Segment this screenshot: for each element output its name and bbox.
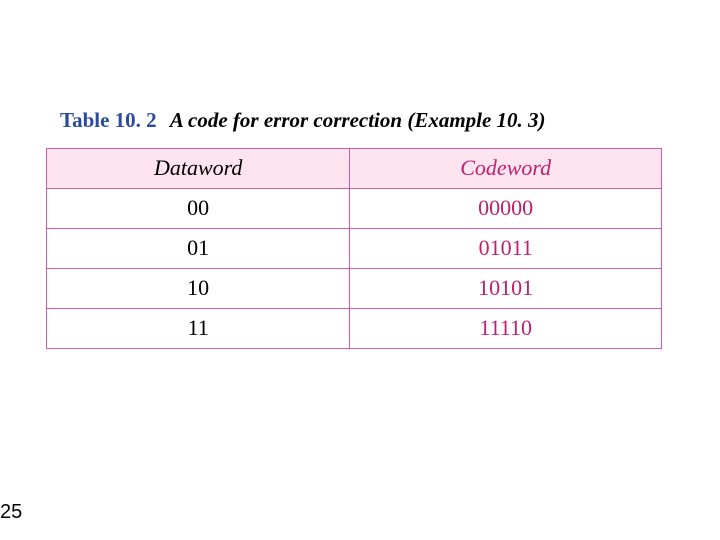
table-title: A code for error correction (Example 10.… — [170, 108, 546, 132]
cell-codeword: 11110 — [350, 309, 662, 349]
table-caption: Table 10. 2 A code for error correction … — [60, 108, 546, 133]
cell-dataword: 00 — [47, 189, 350, 229]
header-codeword: Codeword — [350, 149, 662, 189]
cell-codeword: 10101 — [350, 269, 662, 309]
table-row: 00 00000 — [47, 189, 662, 229]
cell-dataword: 01 — [47, 229, 350, 269]
cell-dataword: 11 — [47, 309, 350, 349]
page-number: 25 — [0, 501, 22, 524]
table-row: 01 01011 — [47, 229, 662, 269]
cell-codeword: 00000 — [350, 189, 662, 229]
table-label: Table 10. 2 — [60, 108, 157, 132]
table-header-row: Dataword Codeword — [47, 149, 662, 189]
table-row: 10 10101 — [47, 269, 662, 309]
table-row: 11 11110 — [47, 309, 662, 349]
code-table: Dataword Codeword 00 00000 01 01011 10 1… — [46, 148, 662, 349]
cell-dataword: 10 — [47, 269, 350, 309]
header-dataword: Dataword — [47, 149, 350, 189]
cell-codeword: 01011 — [350, 229, 662, 269]
